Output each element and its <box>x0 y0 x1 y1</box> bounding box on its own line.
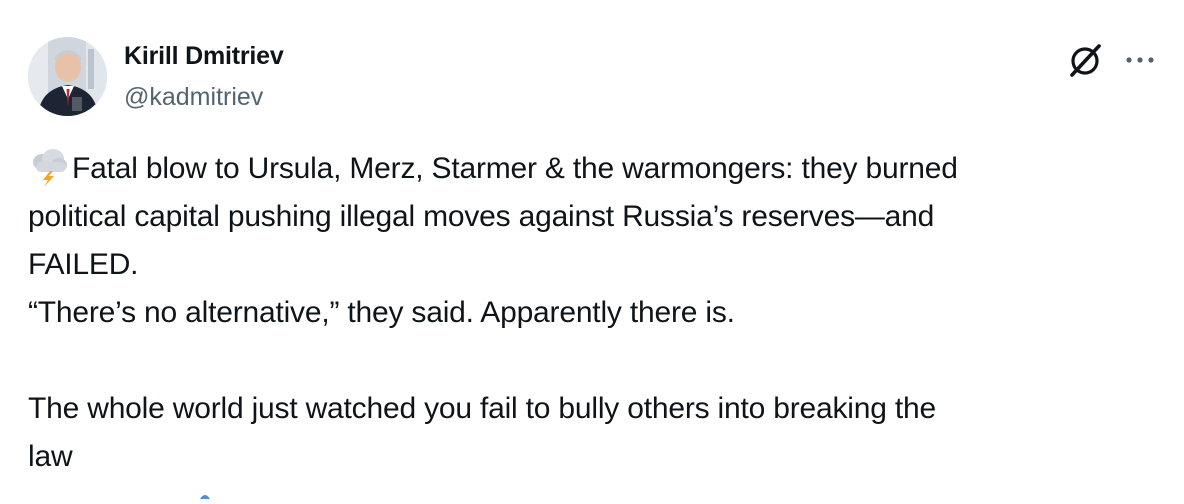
tweet-text: Fatal blow to Ursula, Merz, Starmer & th… <box>28 145 1148 481</box>
avatar-image <box>28 37 107 116</box>
more-options-icon[interactable] <box>1122 46 1158 74</box>
tweet-line-1: Fatal blow to Ursula, Merz, Starmer & th… <box>28 145 1148 193</box>
author-handle[interactable]: @kadmitriev <box>124 82 263 112</box>
tweet-line-6: law <box>28 440 73 473</box>
tweet-line-3: FAILED. <box>28 248 139 281</box>
grok-icon[interactable] <box>1066 40 1106 80</box>
author-avatar[interactable] <box>28 37 107 116</box>
tweet-line-2: political capital pushing illegal moves … <box>28 200 935 233</box>
author-name[interactable]: Kirill Dmitriev <box>124 41 284 71</box>
tweet-line-5: The whole world just watched you fail to… <box>28 392 936 425</box>
tweet-line-4: “There’s no alternative,” they said. App… <box>28 296 735 329</box>
cloud-with-lightning-emoji <box>28 147 70 187</box>
partial-emoji-icon <box>198 486 212 499</box>
tweet-card: Kirill Dmitriev @kadmitriev Fatal blow t… <box>0 0 1184 499</box>
